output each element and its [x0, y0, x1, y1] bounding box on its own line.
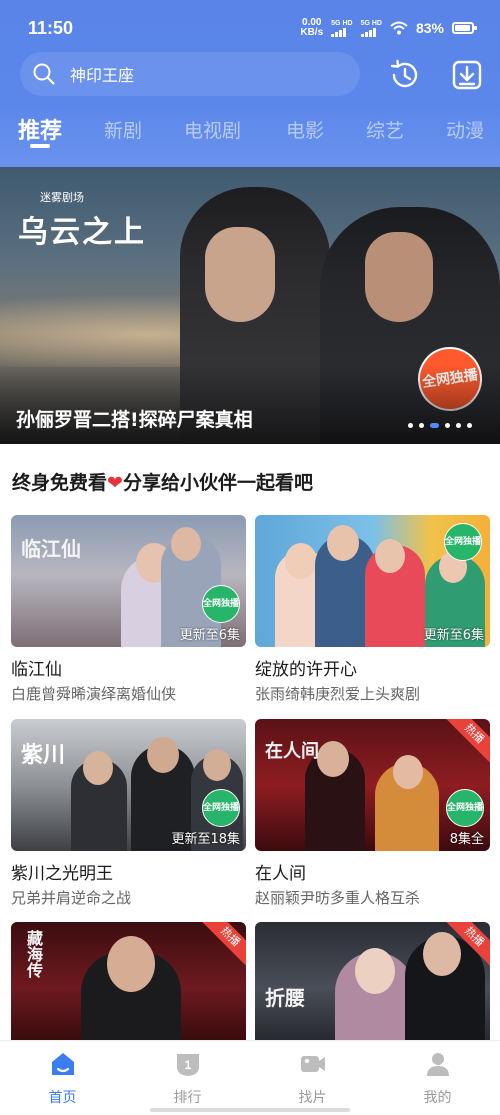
- nav-profile[interactable]: 我的: [375, 1041, 500, 1115]
- drama-card[interactable]: 在人间 热播 全网独播 8集全 在人间 赵丽颖尹昉多重人格互杀: [255, 719, 490, 909]
- drama-poster[interactable]: 藏海传 热播: [11, 922, 246, 1054]
- clock-history-icon[interactable]: [388, 58, 422, 92]
- hot-badge: 热播: [445, 719, 490, 763]
- search-icon: [33, 63, 55, 85]
- tab-variety[interactable]: 综艺: [366, 116, 404, 143]
- banner-title-art: 乌云之上: [18, 215, 146, 250]
- drama-card[interactable]: 紫川 全网独播 更新至18集 紫川之光明王 兄弟并肩逆命之战: [11, 719, 246, 909]
- drama-description: 赵丽颖尹昉多重人格互杀: [255, 889, 421, 907]
- battery-icon: [452, 22, 477, 34]
- sim2-signal-icon: 5G HD: [360, 20, 382, 37]
- drama-poster[interactable]: 全网独播 更新至6集: [255, 515, 490, 647]
- episode-update: 8集全: [449, 832, 484, 847]
- app-header: 11:50 0.00 KB/s 5G HD 5G HD 83% 神印王座 推荐 …: [0, 0, 500, 168]
- tab-new-drama[interactable]: 新剧: [104, 116, 142, 143]
- drama-description: 张雨绮韩庚烈爱上头爽剧: [255, 685, 421, 703]
- episode-update: 更新至6集: [179, 628, 240, 643]
- tab-indicator: [30, 144, 50, 148]
- drama-title: 紫川之光明王: [11, 864, 113, 884]
- status-indicators: 0.00 KB/s 5G HD 5G HD 83%: [300, 17, 477, 38]
- search-input[interactable]: 神印王座: [20, 52, 360, 96]
- download-icon[interactable]: [450, 58, 484, 92]
- home-icon: [52, 1053, 74, 1075]
- drama-poster[interactable]: 在人间 热播 全网独播 8集全: [255, 719, 490, 851]
- category-tabs: 推荐 新剧 电视剧 电影 综艺 动漫: [0, 110, 500, 160]
- profile-icon: [427, 1053, 449, 1076]
- drama-poster[interactable]: 紫川 全网独播 更新至18集: [11, 719, 246, 851]
- battery-percent: 83%: [415, 20, 444, 36]
- drama-card[interactable]: 临江仙 全网独播 更新至6集 临江仙 白鹿曾舜晞演绎离婚仙侠: [11, 515, 246, 705]
- poster-title-art: 紫川: [21, 742, 66, 768]
- drama-card[interactable]: 折腰 热播: [255, 922, 490, 1054]
- nav-ranking[interactable]: 1 排行: [125, 1041, 250, 1115]
- banner-caption: 孙俪罗晋二搭!探碎尸案真相: [16, 409, 253, 431]
- drama-poster[interactable]: 临江仙 全网独播 更新至6集: [11, 515, 246, 647]
- drama-title: 临江仙: [11, 660, 62, 680]
- network-speed: 0.00 KB/s: [300, 17, 324, 38]
- sim1-signal-icon: 5G HD: [331, 20, 353, 37]
- episode-update: 更新至18集: [171, 832, 240, 847]
- search-placeholder: 神印王座: [70, 66, 135, 85]
- tab-movies[interactable]: 电影: [286, 116, 324, 143]
- poster-title-art: 临江仙: [21, 537, 81, 561]
- tab-anime[interactable]: 动漫: [446, 116, 484, 143]
- exclusive-badge: 全网独播: [202, 789, 240, 827]
- home-indicator: [150, 1108, 350, 1112]
- drama-poster[interactable]: 折腰 热播: [255, 922, 490, 1054]
- episode-update: 更新至6集: [423, 628, 484, 643]
- wifi-icon: [390, 21, 408, 35]
- hero-banner[interactable]: 迷雾剧场 乌云之上 全网独播 孙俪罗晋二搭!探碎尸案真相: [0, 167, 500, 444]
- tab-recommend[interactable]: 推荐: [18, 113, 62, 145]
- hot-badge: 热播: [201, 922, 246, 966]
- section-title: 终身免费看❤分享给小伙伴一起看吧: [12, 472, 313, 494]
- exclusive-badge: 全网独播: [444, 523, 482, 561]
- nav-discover[interactable]: 找片: [250, 1041, 375, 1115]
- drama-card[interactable]: 全网独播 更新至6集 绽放的许开心 张雨绮韩庚烈爱上头爽剧: [255, 515, 490, 705]
- exclusive-badge: 全网独播: [202, 585, 240, 623]
- ranking-icon: 1: [177, 1054, 199, 1076]
- drama-description: 兄弟并肩逆命之战: [11, 889, 132, 907]
- nav-home[interactable]: 首页: [0, 1041, 125, 1115]
- banner-brand: 迷雾剧场: [40, 191, 84, 204]
- drama-title: 在人间: [255, 864, 306, 884]
- poster-title-art: 折腰: [265, 986, 305, 1010]
- tab-tv-series[interactable]: 电视剧: [184, 116, 241, 143]
- poster-title-art: 藏海传: [24, 930, 43, 978]
- status-time: 11:50: [28, 18, 74, 38]
- svg-text:1: 1: [185, 1058, 192, 1072]
- poster-title-art: 在人间: [265, 741, 319, 762]
- bottom-navigation: 首页 1 排行 找片 我的: [0, 1040, 500, 1115]
- drama-card[interactable]: 藏海传 热播: [11, 922, 246, 1054]
- heart-icon: ❤: [107, 472, 123, 494]
- video-camera-icon: [301, 1056, 325, 1072]
- drama-title: 绽放的许开心: [255, 660, 357, 680]
- status-bar: 11:50 0.00 KB/s 5G HD 5G HD 83%: [0, 0, 500, 52]
- carousel-dots: [408, 423, 472, 428]
- drama-description: 白鹿曾舜晞演绎离婚仙侠: [11, 685, 177, 703]
- exclusive-badge: 全网独播: [446, 789, 484, 827]
